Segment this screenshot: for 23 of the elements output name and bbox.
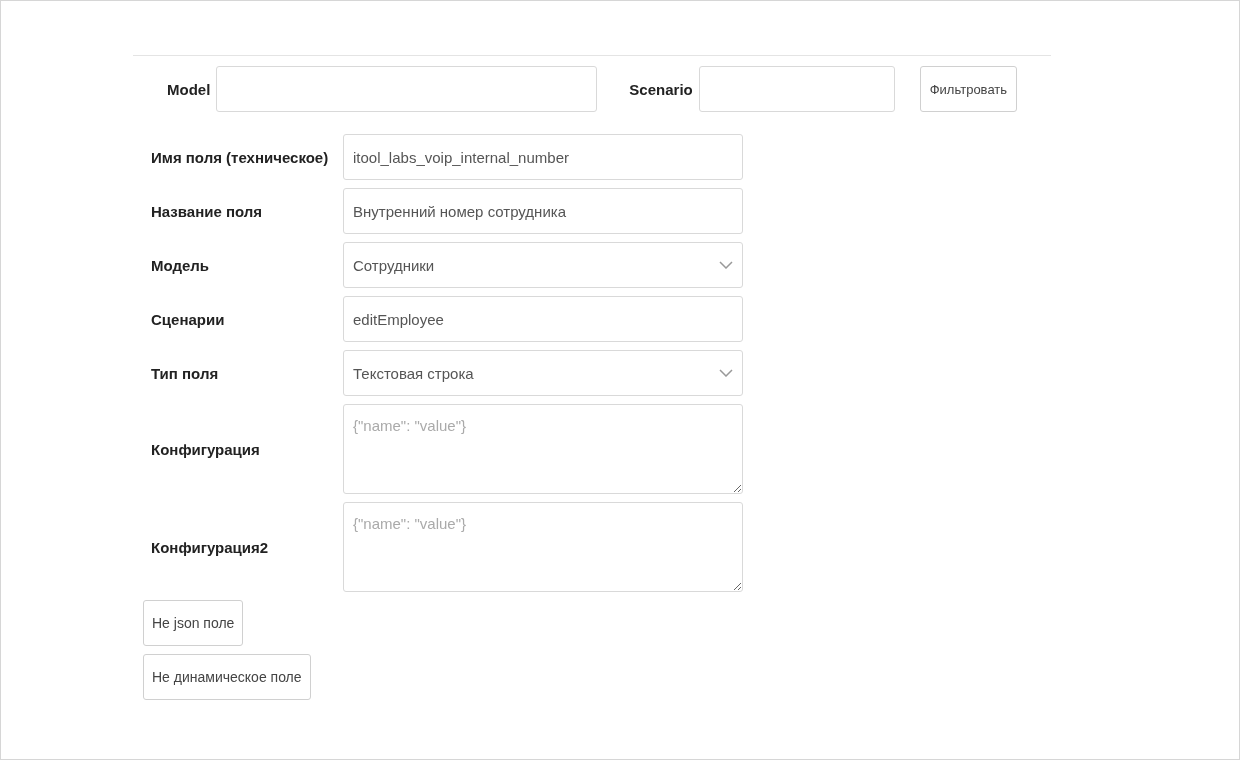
- filter-button[interactable]: Фильтровать: [919, 66, 1018, 112]
- toggle-button[interactable]: Не динамическое поле: [143, 654, 311, 700]
- textarea-field[interactable]: {"name": "value"}: [343, 502, 743, 592]
- field-label: Model: [167, 80, 211, 98]
- field-label: Имя поля (техническое): [151, 148, 330, 166]
- field-label: Конфигурация: [151, 440, 261, 458]
- textarea-field[interactable]: {"name": "value"}: [343, 404, 743, 494]
- field-label: Название поля: [151, 202, 264, 220]
- select-field[interactable]: Сотрудники: [343, 242, 743, 288]
- model-input[interactable]: [216, 66, 598, 112]
- field-label: Scenario: [629, 80, 693, 98]
- field-label: Тип поля: [151, 364, 220, 382]
- field-label: Модель: [151, 256, 211, 274]
- chevron-down-icon: [719, 369, 733, 377]
- text-field[interactable]: itool_labs_voip_internal_number: [343, 134, 743, 180]
- scenario-input[interactable]: [698, 66, 895, 112]
- toggle-button[interactable]: Не json поле: [143, 600, 244, 646]
- select-field[interactable]: Текстовая строка: [343, 350, 743, 396]
- field-label: Конфигурация2: [151, 538, 270, 556]
- text-field[interactable]: Внутренний номер сотрудника: [343, 188, 743, 234]
- field-label: Сценарии: [151, 310, 226, 328]
- text-field[interactable]: editEmployee: [343, 296, 743, 342]
- chevron-down-icon: [719, 261, 733, 269]
